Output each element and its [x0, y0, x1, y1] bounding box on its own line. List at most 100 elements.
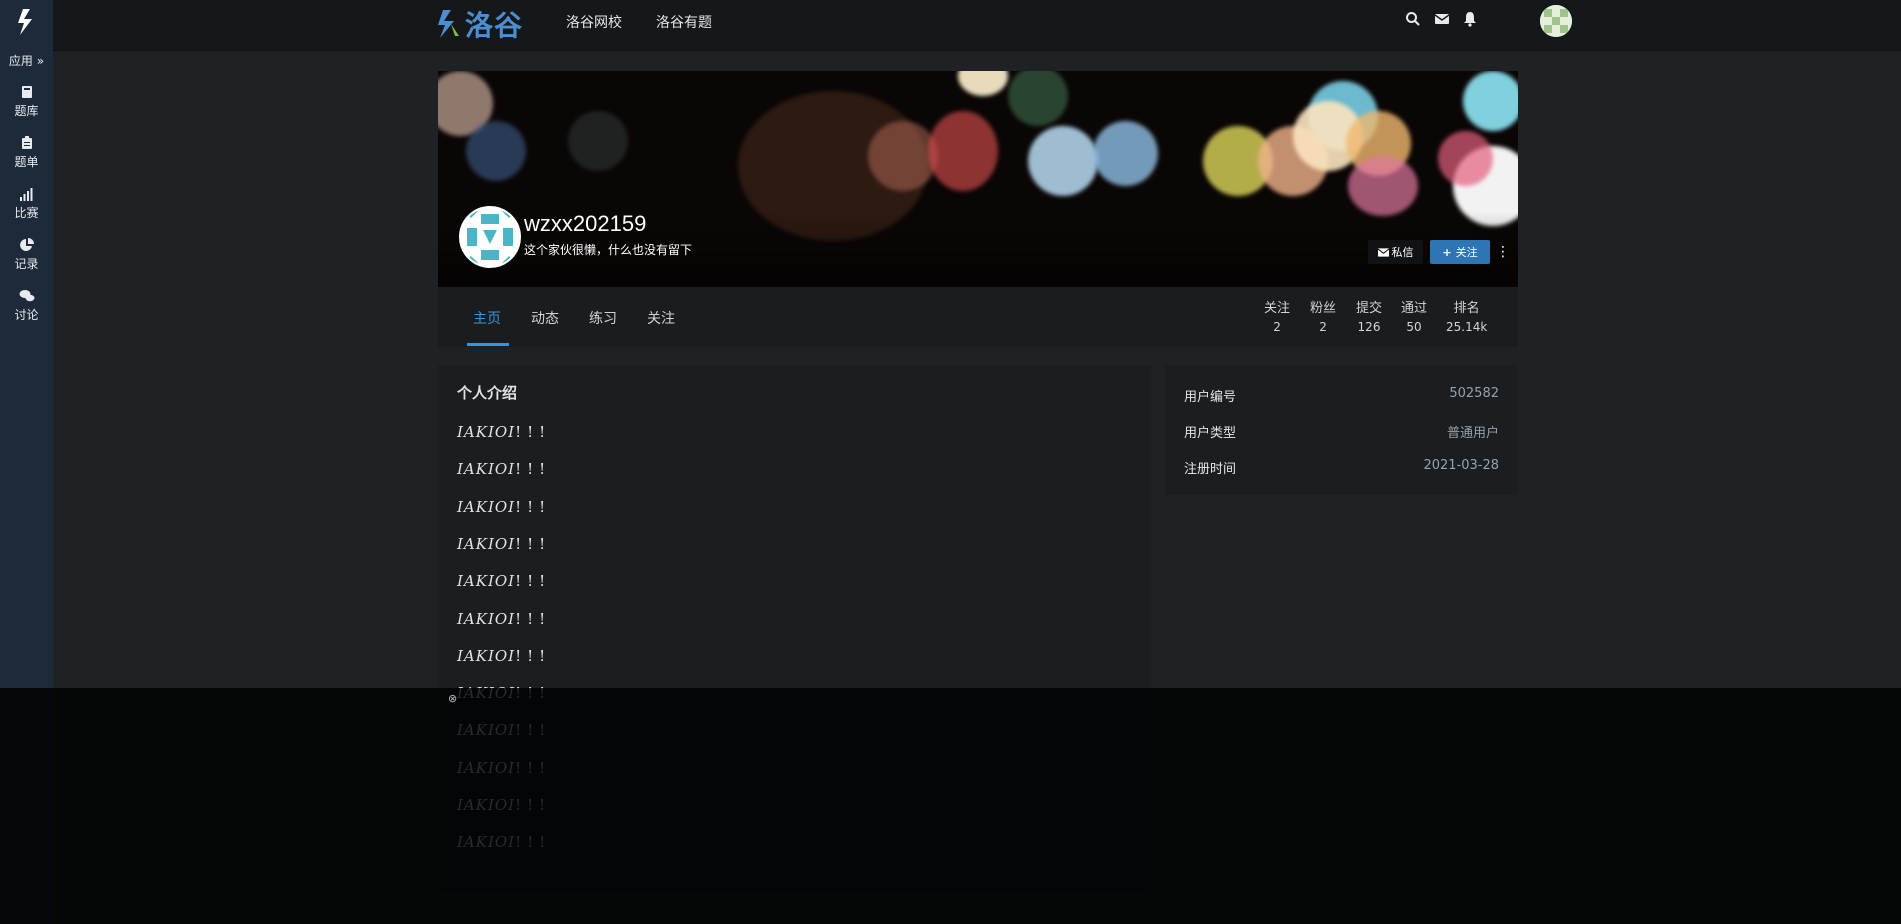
intro-line-text: IAKIOI [457, 796, 516, 814]
intro-line-suffix: !!! [515, 572, 552, 591]
sidebar-item-label: 比赛 [14, 206, 39, 220]
intro-line: IAKIOI!!! [457, 498, 551, 516]
profile-bio: 这个家伙很懒，什么也没有留下 [524, 243, 693, 257]
info-value: 2021-03-28 [1423, 458, 1499, 473]
intro-line-suffix: !!! [515, 646, 552, 665]
sidebar-item-label: 记录 [14, 257, 39, 271]
sidebar-item-records[interactable]: 记录 [0, 237, 53, 272]
intro-line-text: IAKIOI [457, 497, 516, 516]
info-value: 普通用户 [1446, 426, 1499, 441]
sidebar-item-problems[interactable]: 题库 [0, 84, 53, 119]
intro-card: 个人介绍 IAKIOI!!! IAKIOI!!! IAKIOI!!! IAKIOI!!… [438, 365, 1151, 892]
info-value: 502582 [1449, 386, 1499, 401]
stat-accepted[interactable]: 通过 50 [1401, 297, 1427, 334]
more-options-icon[interactable]: ⋮ [1496, 240, 1510, 264]
sidebar-app-toggle[interactable]: 应用 » [0, 52, 53, 69]
follow-button[interactable]: + 关注 [1430, 240, 1490, 264]
intro-line-text: IAKIOI [457, 572, 516, 591]
tab-home[interactable]: 主页 [473, 308, 501, 328]
info-row-register-date: 注册时间 2021-03-28 [1184, 458, 1499, 477]
stat-submissions[interactable]: 提交 126 [1356, 297, 1382, 334]
intro-line-suffix: !!! [515, 721, 552, 740]
stat-rank[interactable]: 排名 25.14k [1446, 297, 1487, 334]
profile-tabbar: 主页 动态 练习 关注 关注 2 粉丝 2 提交 126 通过 50 排名 25… [438, 287, 1518, 347]
sidebar-item-label: 讨论 [14, 308, 39, 322]
intro-line-text: IAKIOI [457, 423, 516, 441]
intro-line-suffix: !!! [515, 684, 552, 703]
private-message-label: 私信 [1391, 246, 1414, 259]
info-key: 用户编号 [1184, 390, 1237, 405]
follow-label: 关注 [1455, 246, 1478, 259]
stat-label: 关注 [1264, 301, 1291, 316]
intro-line: IAKIOI!!! [457, 833, 551, 851]
search-icon[interactable] [1405, 11, 1421, 27]
intro-line-text: IAKIOI [457, 460, 516, 479]
intro-line: IAKIOI!!! [457, 647, 551, 665]
luogu-logo-icon[interactable] [0, 0, 53, 44]
active-tab-indicator [467, 343, 509, 346]
cursor-icon: ⊗ [448, 692, 458, 705]
stat-following[interactable]: 关注 2 [1264, 297, 1290, 334]
intro-line: IAKIOI!!! [457, 684, 551, 702]
info-row-uid: 用户编号 502582 [1184, 386, 1499, 405]
sidebar-item-problem-lists[interactable]: 题单 [0, 135, 53, 170]
private-message-button[interactable]: 私信 [1368, 240, 1423, 264]
stat-followers[interactable]: 粉丝 2 [1310, 297, 1336, 334]
stat-label: 通过 [1401, 301, 1428, 316]
intro-line-suffix: !!! [515, 423, 552, 441]
top-header: 洛谷 洛谷网校 洛谷有题 [53, 0, 1901, 51]
stat-value: 126 [1357, 320, 1381, 334]
stat-value: 50 [1406, 320, 1422, 334]
book-icon [21, 86, 32, 98]
intro-line-suffix: !!! [515, 534, 552, 553]
stat-label: 提交 [1356, 301, 1383, 316]
tab-practice[interactable]: 练习 [589, 308, 617, 328]
sidebar-item-label: 题单 [14, 155, 39, 169]
intro-line-text: IAKIOI [457, 534, 516, 553]
intro-line: IAKIOI!!! [457, 423, 551, 441]
stat-value: 2 [1273, 320, 1281, 334]
intro-title: 个人介绍 [457, 384, 518, 402]
envelope-icon [1377, 247, 1389, 257]
info-key: 注册时间 [1184, 462, 1237, 477]
intro-line-suffix: !!! [515, 758, 552, 777]
intro-line: IAKIOI!!! [457, 759, 551, 777]
sidebar-item-discuss[interactable]: 讨论 [0, 288, 53, 323]
intro-line: IAKIOI!!! [457, 460, 551, 478]
nav-link-school[interactable]: 洛谷网校 [566, 12, 622, 32]
intro-line-suffix: !!! [515, 833, 552, 852]
intro-line-suffix: !!! [515, 609, 552, 628]
comments-icon [19, 290, 34, 302]
nav-link-questions[interactable]: 洛谷有题 [656, 12, 712, 32]
intro-line-text: IAKIOI [457, 758, 516, 777]
brand-name: 洛谷 [465, 9, 524, 42]
info-key: 用户类型 [1184, 426, 1237, 441]
sidebar-item-label: 题库 [14, 104, 39, 118]
stat-value: 25.14k [1446, 320, 1488, 334]
info-row-user-type: 用户类型 普通用户 [1184, 422, 1499, 441]
mail-icon[interactable] [1434, 11, 1450, 27]
intro-line-suffix: !!! [515, 796, 552, 814]
intro-line-text: IAKIOI [457, 609, 516, 628]
intro-line-text: IAKIOI [457, 833, 516, 852]
tab-following[interactable]: 关注 [647, 308, 675, 328]
brand-logo[interactable]: 洛谷 [437, 4, 523, 44]
pie-chart-icon [19, 238, 34, 251]
intro-line: IAKIOI!!! [457, 535, 551, 553]
stat-value: 2 [1319, 320, 1327, 334]
profile-username: wzxx202159 [524, 211, 647, 236]
signal-bars-icon [19, 188, 32, 201]
luogu-mark-icon [438, 10, 459, 38]
tab-activity[interactable]: 动态 [531, 308, 559, 328]
profile-avatar[interactable] [459, 206, 521, 268]
intro-line: IAKIOI!!! [457, 721, 551, 739]
user-avatar[interactable] [1540, 5, 1572, 37]
plus-icon: + [1442, 245, 1452, 259]
intro-line-text: IAKIOI [457, 684, 516, 703]
bell-icon[interactable] [1462, 11, 1478, 27]
intro-line-text: IAKIOI [457, 721, 516, 740]
intro-line-suffix: !!! [515, 460, 552, 479]
clipboard-icon [21, 136, 32, 149]
sidebar-item-contests[interactable]: 比赛 [0, 186, 53, 221]
stat-label: 粉丝 [1310, 301, 1337, 316]
